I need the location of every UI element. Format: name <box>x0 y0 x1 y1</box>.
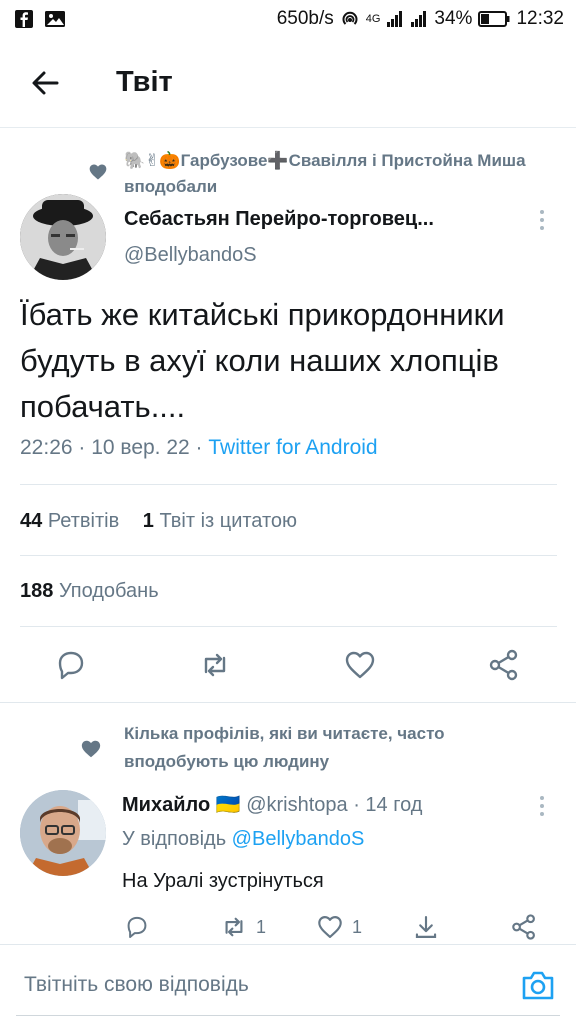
reply-like-count: 1 <box>352 916 363 937</box>
compose-underline <box>16 1015 560 1016</box>
avatar-portrait <box>20 194 106 280</box>
reply-icon[interactable] <box>54 648 88 682</box>
reply-text: На Уралі зустрінуться <box>122 870 324 892</box>
reply-social-context: Кілька профілів, які ви читаєте, часто в… <box>124 724 445 771</box>
status-right: 650b/s 4G 34% 12:32 <box>277 8 564 30</box>
like-icon[interactable] <box>343 648 377 682</box>
clock: 12:32 <box>516 8 564 29</box>
status-bar: 650b/s 4G 34% 12:32 <box>0 0 576 38</box>
tweet-time-date: 22:26 · 10 вер. 22 · <box>20 436 209 459</box>
author-handle[interactable]: @BellybandoS <box>124 244 257 267</box>
reply-author-avatar[interactable] <box>20 790 106 876</box>
top-app-bar: Твіт <box>0 38 576 128</box>
reply-author-name[interactable]: Михайло 🇺🇦 <box>122 794 241 816</box>
divider <box>20 555 557 556</box>
section-divider <box>0 702 576 703</box>
tweet-source-link[interactable]: Twitter for Android <box>208 436 377 459</box>
retweets-label: Ретвітів <box>47 510 120 532</box>
hotspot-icon <box>342 11 358 25</box>
battery-percent: 34% <box>434 8 473 29</box>
like-icon <box>318 916 342 938</box>
reply-input[interactable]: Твітніть свою відповідь <box>24 973 249 997</box>
reply-more-share-button[interactable] <box>510 912 538 942</box>
share-arrow-icon <box>415 916 437 938</box>
reply-retweet-button[interactable]: 1 <box>220 912 266 942</box>
reply-reply-button[interactable] <box>124 912 150 942</box>
reply-share-button[interactable] <box>412 912 440 942</box>
retweets-count: 44 <box>20 510 43 532</box>
likes-count: 188 <box>20 580 54 602</box>
heart-filled-icon <box>89 164 107 180</box>
heart-filled-icon <box>81 740 101 758</box>
signal-icon-2 <box>411 11 427 27</box>
author-avatar[interactable] <box>20 194 106 280</box>
share-icon[interactable] <box>487 648 521 682</box>
signal-icon-1 <box>387 11 403 27</box>
divider <box>20 484 557 485</box>
reply-to-line: У відповідь @BellybandoS <box>122 828 364 851</box>
reply-compose-bar[interactable]: Твітніть свою відповідь <box>0 944 576 1024</box>
retweet-icon[interactable] <box>198 648 232 682</box>
tweet-text: Їбать же китайські прикордонники будуть … <box>20 297 505 424</box>
status-left <box>14 9 66 29</box>
more-options-icon[interactable] <box>536 208 548 232</box>
reply-to-prefix: У відповідь <box>122 828 232 850</box>
image-icon <box>45 11 65 27</box>
social-context[interactable]: 🐘✌🎃Гарбузове➕Свавілля і Пристойна Миша в… <box>124 148 544 200</box>
network-speed: 650b/s <box>276 8 334 29</box>
author-name[interactable]: Себастьян Перейро-торговец... <box>124 208 434 231</box>
page-title: Твіт <box>116 66 173 98</box>
share-icon <box>512 914 535 940</box>
avatar-portrait <box>20 790 106 876</box>
facebook-icon <box>15 10 33 28</box>
reply-header: Михайло 🇺🇦 @krishtopa · 14 год <box>122 792 422 817</box>
more-options-icon[interactable] <box>536 794 548 818</box>
quotes-label: Твіт із цитатою <box>159 510 298 532</box>
quotes-stat[interactable]: 1 Твіт із цитатою <box>143 510 297 532</box>
quotes-count: 1 <box>142 510 154 532</box>
reply-like-button[interactable]: 1 <box>316 912 362 942</box>
tweet-actions <box>0 628 576 698</box>
retweet-icon <box>225 917 243 937</box>
retweets-stat[interactable]: 44 Ретвітів <box>20 510 119 532</box>
tweet-timestamp: 22:26 · 10 вер. 22 · Twitter for Android <box>20 436 378 460</box>
network-type: 4G <box>365 13 381 25</box>
battery-icon <box>478 11 510 27</box>
likes-stats[interactable]: 188 Уподобань <box>20 580 159 603</box>
likes-label: Уподобань <box>58 580 159 602</box>
reply-author-handle[interactable]: @krishtopa · 14 год <box>246 794 422 816</box>
reply-to-mention[interactable]: @BellybandoS <box>232 828 365 850</box>
reply-icon <box>127 916 147 938</box>
back-arrow-icon[interactable] <box>30 68 60 98</box>
reply-retweet-count: 1 <box>256 916 267 937</box>
retweet-stats: 44 Ретвітів 1 Твіт із цитатою <box>20 510 315 533</box>
divider <box>20 626 557 627</box>
camera-icon[interactable] <box>520 967 556 1003</box>
